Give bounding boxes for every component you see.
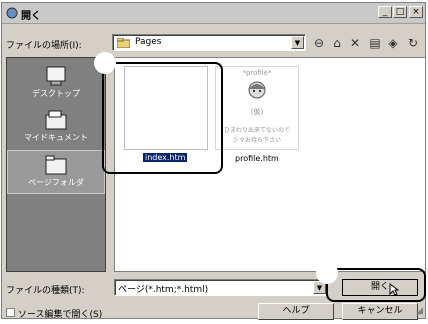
look-in-value: Pages bbox=[135, 37, 162, 47]
resize-grip-icon[interactable]: ◢ bbox=[416, 306, 423, 316]
minimize-button[interactable]: _ bbox=[378, 6, 392, 18]
delete-icon[interactable]: ✕ bbox=[346, 34, 364, 52]
thumb-text: ひまわり出来てないので bbox=[223, 127, 290, 134]
place-desktop[interactable]: デスクトップ bbox=[7, 62, 105, 106]
place-page-folder[interactable]: ページフォルダ bbox=[7, 150, 105, 194]
chevron-down-icon[interactable]: ▼ bbox=[291, 36, 304, 49]
thumb-text: (仮) bbox=[250, 108, 264, 116]
girl-face-icon bbox=[248, 81, 266, 99]
close-button[interactable]: × bbox=[409, 6, 423, 18]
file-thumbnail: *profile* (仮) ひまわり出来てないので 少々お待ち下さい bbox=[215, 66, 299, 150]
file-type-label: ファイルの種類(T): bbox=[6, 286, 85, 296]
window-title: 開く bbox=[21, 11, 41, 22]
tools-icon[interactable]: ◈ bbox=[384, 34, 402, 52]
look-in-label: ファイルの場所(I): bbox=[6, 41, 82, 51]
maximize-button[interactable]: □ bbox=[393, 6, 407, 18]
folder-icon bbox=[117, 38, 130, 48]
refresh-icon[interactable]: ↻ bbox=[404, 34, 422, 52]
thumb-text: 少々お待ち下さい bbox=[232, 137, 281, 144]
open-file-dialog: 開く _ □ × ファイルの場所(I): Pages ▼ ⊖ ⌂ ✕ ▤ ◈ ↻… bbox=[1, 2, 426, 320]
place-label: ページフォルダ bbox=[28, 178, 84, 187]
file-name: profile.htm bbox=[235, 154, 279, 163]
title-bar: 開く _ □ × bbox=[2, 3, 425, 24]
back-icon[interactable]: ⊖ bbox=[310, 34, 328, 52]
my-documents-icon bbox=[45, 110, 67, 130]
source-edit-checkbox[interactable] bbox=[6, 308, 15, 317]
callout-marker bbox=[316, 262, 338, 284]
place-label: デスクトップ bbox=[32, 89, 80, 98]
cancel-button[interactable]: キャンセル bbox=[342, 303, 418, 320]
mouse-cursor-icon bbox=[389, 283, 399, 296]
app-icon bbox=[6, 7, 18, 19]
open-button-label: 開く bbox=[370, 282, 389, 292]
page-folder-icon bbox=[45, 155, 67, 175]
file-type-dropdown[interactable]: ページ(*.htm;*.html) ▼ bbox=[114, 279, 328, 296]
callout-marker bbox=[94, 52, 116, 74]
callout-frame bbox=[102, 62, 223, 174]
view-menu-icon[interactable]: ▤ bbox=[366, 34, 384, 52]
help-button[interactable]: ヘルプ bbox=[258, 303, 334, 320]
source-edit-label: ソース編集で開く(S) bbox=[18, 310, 103, 320]
desktop-icon bbox=[46, 66, 66, 86]
look-in-dropdown[interactable]: Pages ▼ bbox=[112, 34, 306, 51]
open-button[interactable]: 開く bbox=[342, 279, 418, 296]
file-type-value: ページ(*.htm;*.html) bbox=[118, 285, 209, 295]
place-label: マイドキュメント bbox=[24, 133, 88, 142]
place-my-documents[interactable]: マイドキュメント bbox=[7, 106, 105, 150]
up-folder-icon[interactable]: ⌂ bbox=[328, 34, 346, 52]
thumb-text: *profile* bbox=[242, 69, 272, 77]
places-bar: デスクトップ マイドキュメント ページフォルダ bbox=[6, 57, 106, 272]
